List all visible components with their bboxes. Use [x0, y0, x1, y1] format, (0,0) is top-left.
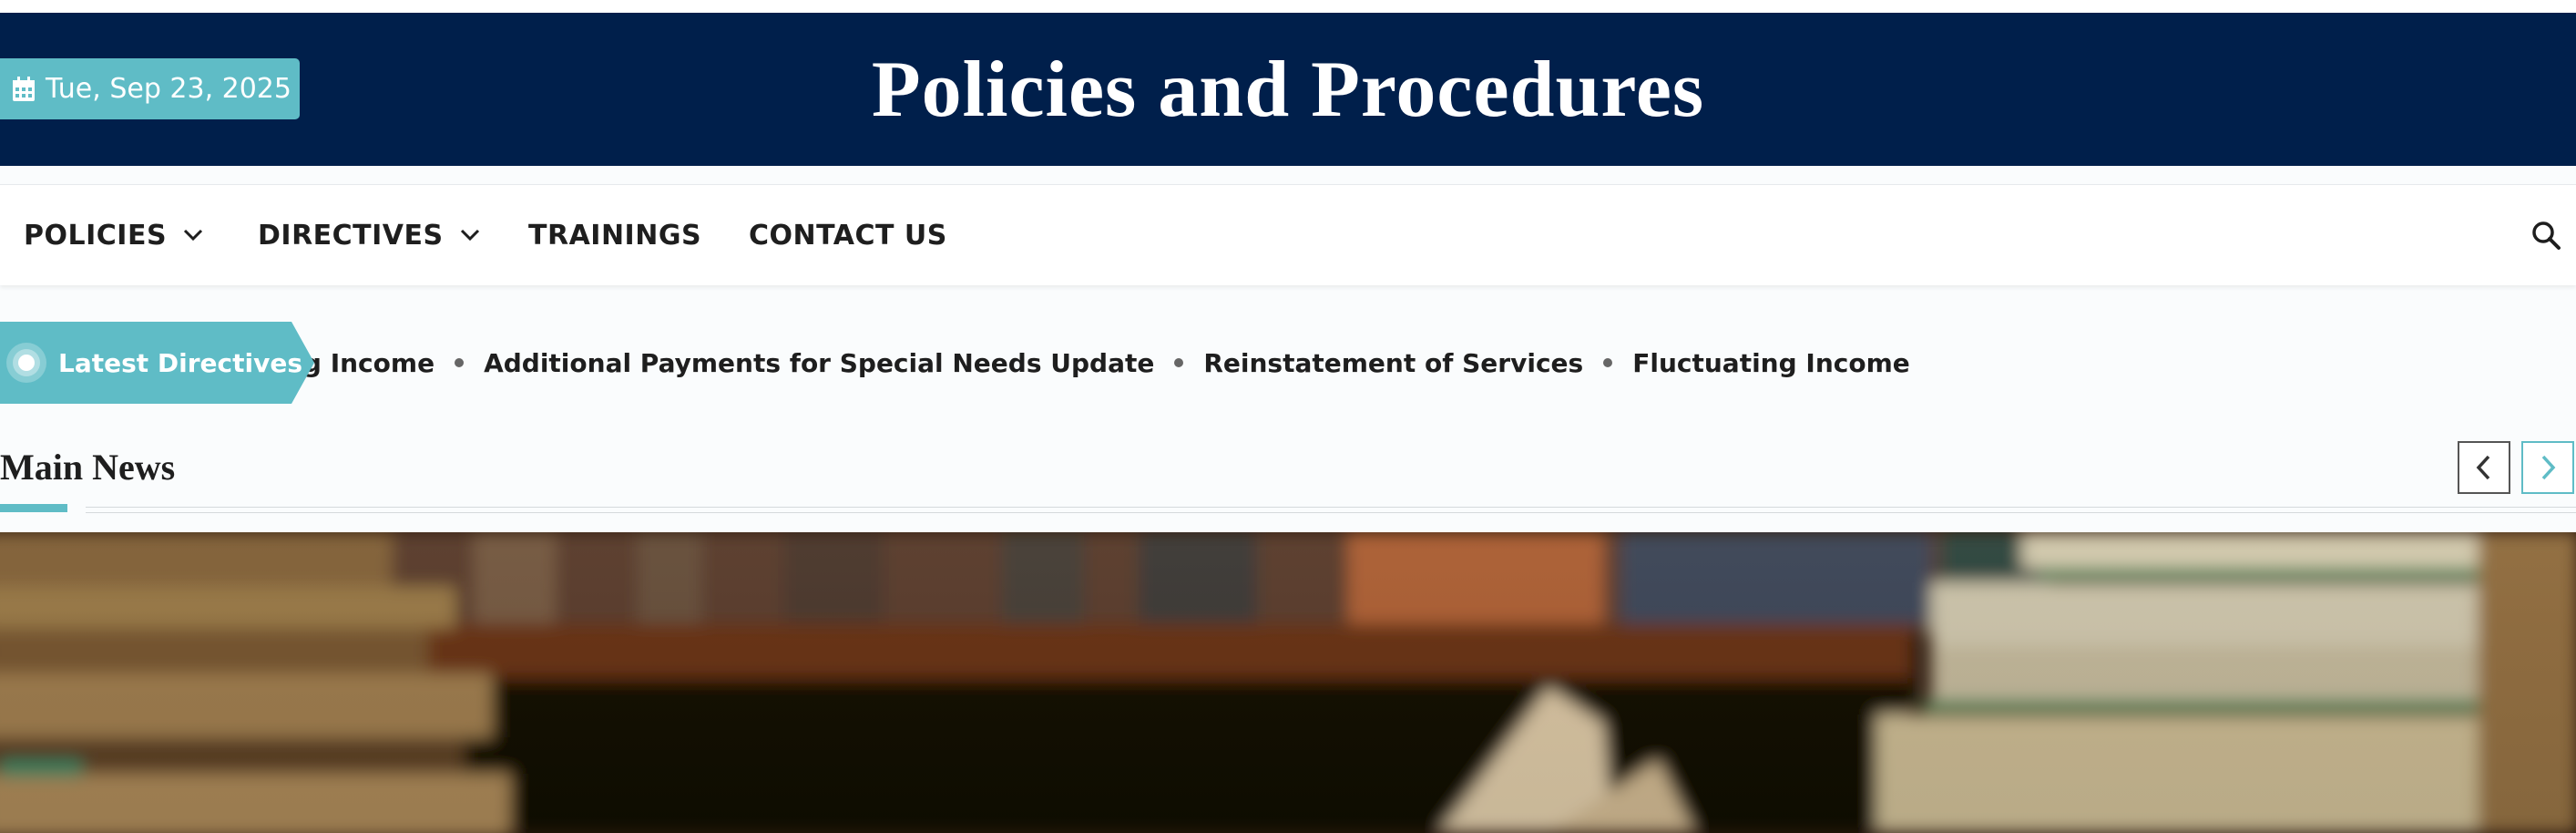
date-text: Tue, Sep 23, 2025 [46, 73, 291, 105]
divider [86, 512, 2576, 513]
nav-item-contact-us[interactable]: CONTACT US [749, 185, 947, 285]
ticker-label: Latest Directives [0, 322, 314, 404]
section-title-accent [0, 504, 67, 512]
page: Policies and Procedures Tue, Sep 23, 202… [0, 0, 2576, 833]
books-photo [0, 532, 2576, 833]
ticker-item[interactable]: Reinstatement of Services [1203, 348, 1583, 378]
latest-directives-ticker: ting Income Additional Payments for Spec… [0, 322, 2576, 404]
next-button[interactable] [2521, 441, 2574, 494]
search-icon[interactable] [2530, 220, 2561, 251]
nav-item-policies[interactable]: POLICIES [24, 185, 203, 285]
site-header: Policies and Procedures Tue, Sep 23, 202… [0, 13, 2576, 166]
nav-label: TRAININGS [528, 219, 702, 252]
pulse-dot-icon [6, 343, 46, 383]
nav-label: POLICIES [24, 219, 168, 252]
chevron-left-icon [2476, 455, 2490, 480]
hero-image[interactable] [0, 532, 2576, 833]
chevron-down-icon [460, 229, 479, 242]
site-title[interactable]: Policies and Procedures [0, 13, 2576, 166]
nav-label: CONTACT US [749, 219, 947, 252]
ticker-items: ting Income Additional Payments for Spec… [264, 322, 1910, 404]
date-badge: Tue, Sep 23, 2025 [0, 58, 300, 119]
bullet-separator [1174, 358, 1184, 367]
calendar-icon [13, 76, 35, 101]
chevron-down-icon [183, 229, 203, 242]
top-strip [0, 0, 2576, 13]
ticker-item[interactable]: Additional Payments for Special Needs Up… [484, 348, 1154, 378]
section-title: Main News [0, 446, 176, 488]
bullet-separator [455, 358, 465, 367]
main-nav: POLICIES DIRECTIVES TRAININGS CONTACT US [0, 184, 2576, 285]
nav-item-directives[interactable]: DIRECTIVES [258, 185, 480, 285]
prev-button[interactable] [2458, 441, 2510, 494]
nav-item-trainings[interactable]: TRAININGS [528, 185, 701, 285]
chevron-right-icon [2541, 455, 2556, 480]
bullet-separator [1603, 358, 1613, 367]
nav-label: DIRECTIVES [258, 219, 444, 252]
ticker-label-text: Latest Directives [58, 347, 303, 378]
ticker-item[interactable]: Fluctuating Income [1632, 348, 1910, 378]
divider [86, 507, 2576, 508]
